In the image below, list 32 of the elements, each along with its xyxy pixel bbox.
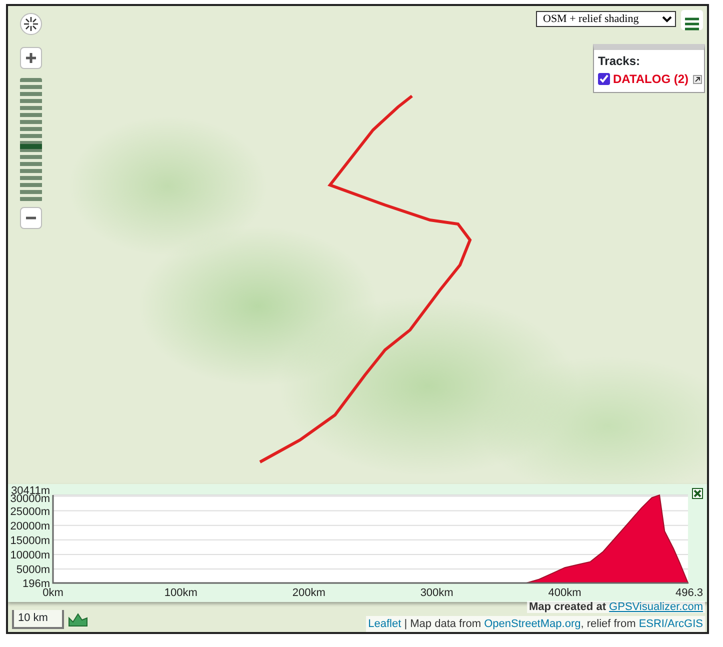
zoom-in-button[interactable] xyxy=(20,47,42,69)
y-tick-label: 20000m xyxy=(10,520,50,532)
y-tick-label: 30000m xyxy=(10,493,50,506)
zoom-out-button[interactable] xyxy=(20,207,42,229)
attribution-link[interactable]: ESRI/ArcGIS xyxy=(638,618,703,630)
layer-select[interactable]: OSM + relief shading xyxy=(536,11,676,27)
tracks-title: Tracks: xyxy=(598,53,642,70)
elevation-profile-icon[interactable] xyxy=(68,611,88,627)
attribution-text: Leaflet | Map data from OpenStreetMap.org, relief from ESRI/ArcGIS xyxy=(366,616,705,632)
credit-text: Map created at GPSVisualizer.com xyxy=(526,601,705,613)
x-tick-label: 200km xyxy=(292,587,326,599)
zoom-slider[interactable] xyxy=(20,78,42,202)
x-tick-label: 300km xyxy=(420,587,454,599)
y-tick-label: 5000m xyxy=(16,564,50,576)
attribution-link[interactable]: OpenStreetMap.org xyxy=(484,618,581,630)
track-name[interactable]: DATALOG (2) xyxy=(613,70,689,88)
x-tick-label: 100km xyxy=(164,587,198,599)
y-tick-label: 25000m xyxy=(10,506,50,518)
track-checkbox[interactable] xyxy=(598,73,610,85)
x-tick-label: 400km xyxy=(548,587,582,599)
menu-button[interactable] xyxy=(681,10,703,30)
credit-link[interactable]: GPSVisualizer.com xyxy=(609,601,703,613)
close-button[interactable] xyxy=(692,488,703,499)
zoom-slider-thumb[interactable] xyxy=(20,144,42,149)
plus-icon[interactable] xyxy=(25,52,37,64)
x-tick-label: 0km xyxy=(42,587,64,599)
external-link-icon[interactable] xyxy=(692,74,702,84)
y-tick-label: 15000m xyxy=(10,534,50,547)
attribution-link[interactable]: Leaflet xyxy=(368,618,402,630)
y-tick-label: 10000m xyxy=(10,549,50,562)
x-tick-label: 496.3 xyxy=(675,587,703,599)
scale-bar: 10 km xyxy=(12,610,64,628)
